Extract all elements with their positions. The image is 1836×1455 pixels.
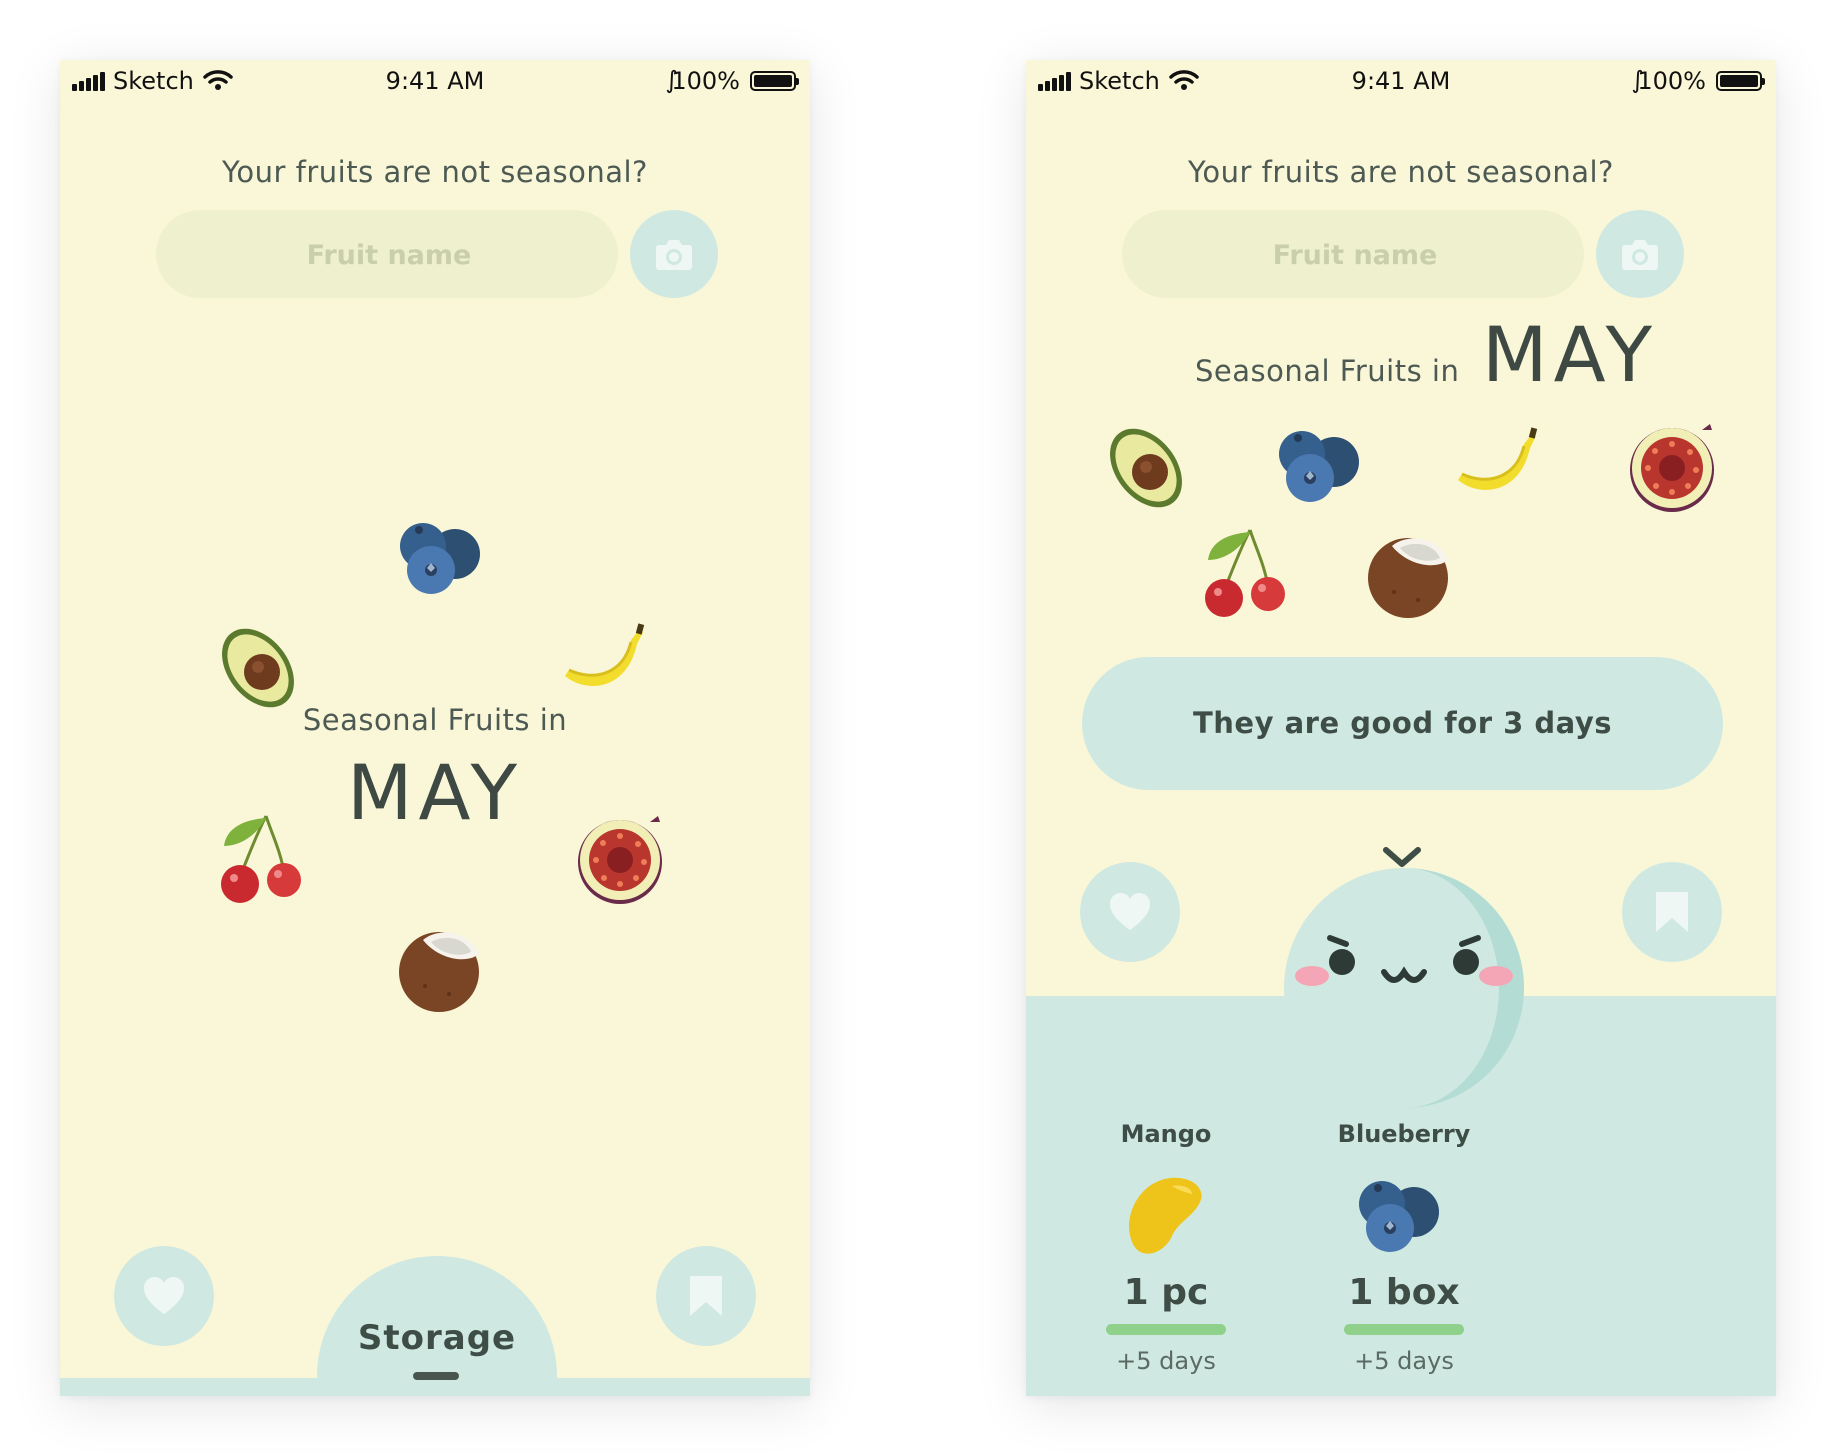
blueberry-icon bbox=[1359, 1181, 1439, 1252]
coconut-icon bbox=[399, 932, 479, 1012]
screen-storage-open: Sketch 9:41 AM ∫ 100% Your fruits are no… bbox=[1026, 60, 1776, 1396]
camera-icon bbox=[1622, 240, 1658, 270]
favorites-button[interactable] bbox=[1080, 862, 1180, 962]
storage-item-quantity: 1 box bbox=[1348, 1272, 1460, 1313]
screen-seasonal-home: Sketch 9:41 AM ∫ 100% Your fruits are no… bbox=[60, 60, 810, 1396]
banana-icon bbox=[565, 623, 645, 686]
month-heading: MAY bbox=[346, 748, 524, 837]
status-bar: Sketch 9:41 AM ∫ 100% bbox=[60, 60, 810, 102]
fruit-name-input[interactable] bbox=[156, 210, 622, 300]
status-bar: Sketch 9:41 AM ∫ 100% bbox=[1026, 60, 1776, 102]
seasonal-label: Seasonal Fruits in bbox=[302, 703, 568, 737]
storage-item-name: Mango bbox=[1120, 1120, 1212, 1148]
camera-button[interactable] bbox=[1596, 210, 1684, 298]
blueberry-icon bbox=[1279, 431, 1359, 502]
cherry-icon bbox=[1205, 529, 1285, 617]
chevron-down-icon[interactable] bbox=[1382, 846, 1422, 870]
month-heading: MAY bbox=[1482, 310, 1659, 399]
camera-icon bbox=[656, 240, 692, 270]
coconut-icon bbox=[1368, 538, 1448, 618]
battery-percent: 100% bbox=[1637, 67, 1706, 95]
storage-item-extra-days: +5 days bbox=[1116, 1347, 1216, 1375]
bookmark-icon bbox=[690, 1276, 722, 1316]
question-heading: Your fruits are not seasonal? bbox=[222, 155, 648, 189]
favorites-button[interactable] bbox=[114, 1246, 214, 1346]
bookmark-icon bbox=[1656, 892, 1688, 932]
avocado-icon bbox=[1110, 428, 1182, 508]
fruit-search-field[interactable] bbox=[156, 210, 622, 300]
question-heading: Your fruits are not seasonal? bbox=[1188, 155, 1614, 189]
storage-label: Storage bbox=[357, 1318, 517, 1358]
storage-item-quantity: 1 pc bbox=[1123, 1272, 1209, 1313]
banana-icon bbox=[1458, 427, 1538, 490]
freshness-banner: They are good for 3 days bbox=[1082, 657, 1723, 790]
freshness-bar bbox=[1106, 1324, 1226, 1335]
storage-item-extra-days: +5 days bbox=[1354, 1347, 1454, 1375]
fruit-search-field[interactable] bbox=[1122, 210, 1588, 300]
fig-icon bbox=[1630, 424, 1714, 512]
cherry-icon bbox=[221, 815, 301, 903]
avocado-icon bbox=[222, 628, 294, 708]
battery-percent: 100% bbox=[671, 67, 740, 95]
bookmark-button[interactable] bbox=[1622, 862, 1722, 962]
fruit-name-input[interactable] bbox=[1122, 210, 1588, 300]
mango-icon bbox=[1129, 1177, 1202, 1254]
storage-item-name: Blueberry bbox=[1337, 1120, 1471, 1148]
fig-icon bbox=[578, 816, 662, 904]
freshness-text: They are good for 3 days bbox=[1192, 706, 1612, 740]
battery-icon bbox=[1716, 71, 1765, 91]
seasonal-label: Seasonal Fruits in bbox=[1195, 354, 1460, 388]
blueberry-icon bbox=[400, 523, 480, 594]
bookmark-button[interactable] bbox=[656, 1246, 756, 1346]
battery-icon bbox=[750, 71, 799, 91]
freshness-bar bbox=[1344, 1324, 1464, 1335]
drag-handle[interactable] bbox=[413, 1372, 459, 1380]
camera-button[interactable] bbox=[630, 210, 718, 298]
heart-icon bbox=[1110, 893, 1150, 930]
heart-icon bbox=[144, 1277, 184, 1314]
mascot-face bbox=[1284, 868, 1524, 1108]
